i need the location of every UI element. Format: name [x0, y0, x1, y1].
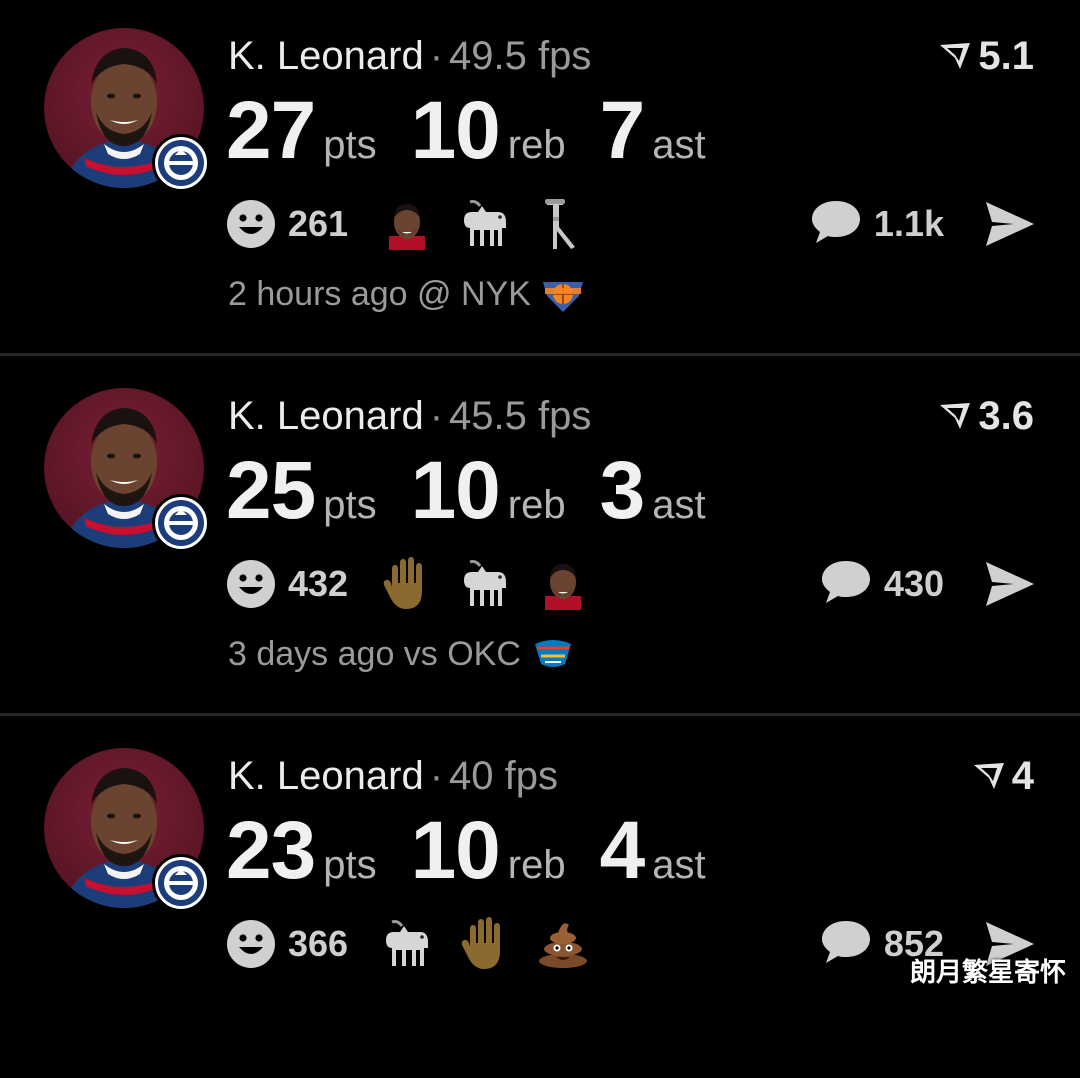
post-header: K. Leonard · 49.5 fps: [228, 32, 591, 80]
goat-emoji-icon[interactable]: [378, 915, 436, 973]
post-divider: [0, 713, 1080, 716]
assists-label: ast: [652, 483, 706, 527]
raised-hand-emoji-icon[interactable]: [378, 555, 436, 613]
points-label: pts: [323, 123, 377, 167]
points-value: 25: [226, 445, 316, 536]
player-post-feed: K. Leonard · 49.5 fps 5.1 27 pts 10 reb 7 ast…: [0, 0, 1080, 1002]
rating-badge[interactable]: 5.1: [938, 32, 1034, 80]
reactions-count: 366: [288, 923, 349, 964]
rating-arrow-icon: [938, 401, 972, 431]
comments-button[interactable]: 430: [820, 558, 944, 610]
assists-value: 3: [599, 445, 646, 536]
comments-button[interactable]: 1.1k: [810, 198, 944, 250]
comment-bubble-icon: [810, 199, 862, 250]
poop-emoji-icon[interactable]: [534, 915, 592, 973]
clippers-logo-icon: [152, 854, 210, 912]
share-send-icon[interactable]: [984, 560, 1036, 608]
rebounds-label: reb: [507, 843, 566, 887]
reactions-row: 432: [226, 556, 612, 612]
game-time-opponent: 2 hours ago @ NYK: [228, 274, 531, 313]
player-name[interactable]: K. Leonard: [228, 394, 424, 438]
reactions-row: 366: [226, 916, 612, 972]
smiley-reaction-icon[interactable]: [226, 559, 276, 609]
game-meta: 3 days ago vs OKC: [228, 634, 575, 674]
smiley-reaction-icon[interactable]: [226, 919, 276, 969]
crutch-emoji-icon[interactable]: [534, 195, 592, 253]
thunder-logo-icon: [521, 634, 575, 674]
rating-value: 4: [1011, 754, 1034, 798]
rebounds-value: 10: [410, 805, 501, 896]
post-card[interactable]: K. Leonard · 49.5 fps 5.1 27 pts 10 reb 7 ast…: [0, 0, 1080, 358]
clippers-logo-icon: [152, 134, 210, 192]
player-face-emoji-icon[interactable]: [534, 555, 592, 613]
watermark-text: 朗月繁星寄怀: [909, 957, 1066, 987]
player-face-emoji-icon[interactable]: [378, 195, 436, 253]
clippers-logo-icon: [152, 494, 210, 552]
reactions-row: 261: [226, 196, 612, 252]
comments-count: 430: [883, 563, 944, 604]
comment-bubble-icon: [820, 919, 872, 970]
raised-hand-emoji-icon[interactable]: [456, 915, 514, 973]
reactions-count: 432: [288, 563, 349, 604]
post-header: K. Leonard · 40 fps: [228, 752, 558, 800]
fantasy-points: 40 fps: [449, 754, 558, 798]
points-value: 23: [226, 805, 316, 896]
stat-line: 23 pts 10 reb 4 ast: [226, 806, 740, 896]
assists-value: 4: [599, 805, 646, 896]
rating-arrow-icon: [938, 41, 972, 71]
comment-bubble-icon: [820, 559, 872, 610]
stat-line: 25 pts 10 reb 3 ast: [226, 446, 740, 536]
points-value: 27: [226, 85, 316, 176]
share-send-icon[interactable]: [984, 200, 1036, 248]
fantasy-points: 45.5 fps: [449, 394, 592, 438]
separator-dot: ·: [429, 754, 444, 798]
assists-label: ast: [652, 843, 706, 887]
rating-badge[interactable]: 3.6: [938, 392, 1034, 440]
stat-line: 27 pts 10 reb 7 ast: [226, 86, 740, 176]
post-card[interactable]: K. Leonard · 45.5 fps 3.6 25 pts 10 reb 3 ast…: [0, 360, 1080, 718]
separator-dot: ·: [429, 394, 444, 438]
game-meta: 2 hours ago @ NYK: [228, 274, 585, 314]
post-header: K. Leonard · 45.5 fps: [228, 392, 591, 440]
assists-label: ast: [652, 123, 706, 167]
rating-arrow-icon: [972, 761, 1006, 791]
fantasy-points: 49.5 fps: [449, 34, 592, 78]
player-name[interactable]: K. Leonard: [228, 754, 424, 798]
points-label: pts: [323, 483, 377, 527]
rating-badge[interactable]: 4: [972, 752, 1034, 800]
assists-value: 7: [599, 85, 646, 176]
reactions-count: 261: [288, 203, 349, 244]
game-time-opponent: 3 days ago vs OKC: [228, 634, 521, 673]
post-divider: [0, 353, 1080, 356]
points-label: pts: [323, 843, 377, 887]
rating-value: 3.6: [978, 394, 1034, 438]
post-card[interactable]: K. Leonard · 40 fps 4 23 pts 10 reb 4 ast 366: [0, 720, 1080, 1078]
rebounds-value: 10: [410, 85, 501, 176]
rebounds-label: reb: [507, 483, 566, 527]
knicks-logo-icon: [531, 274, 585, 314]
rebounds-value: 10: [410, 445, 501, 536]
separator-dot: ·: [429, 34, 444, 78]
rating-value: 5.1: [978, 34, 1034, 78]
smiley-reaction-icon[interactable]: [226, 199, 276, 249]
player-name[interactable]: K. Leonard: [228, 34, 424, 78]
comments-count: 1.1k: [873, 203, 944, 244]
goat-emoji-icon[interactable]: [456, 195, 514, 253]
goat-emoji-icon[interactable]: [456, 555, 514, 613]
rebounds-label: reb: [507, 123, 566, 167]
